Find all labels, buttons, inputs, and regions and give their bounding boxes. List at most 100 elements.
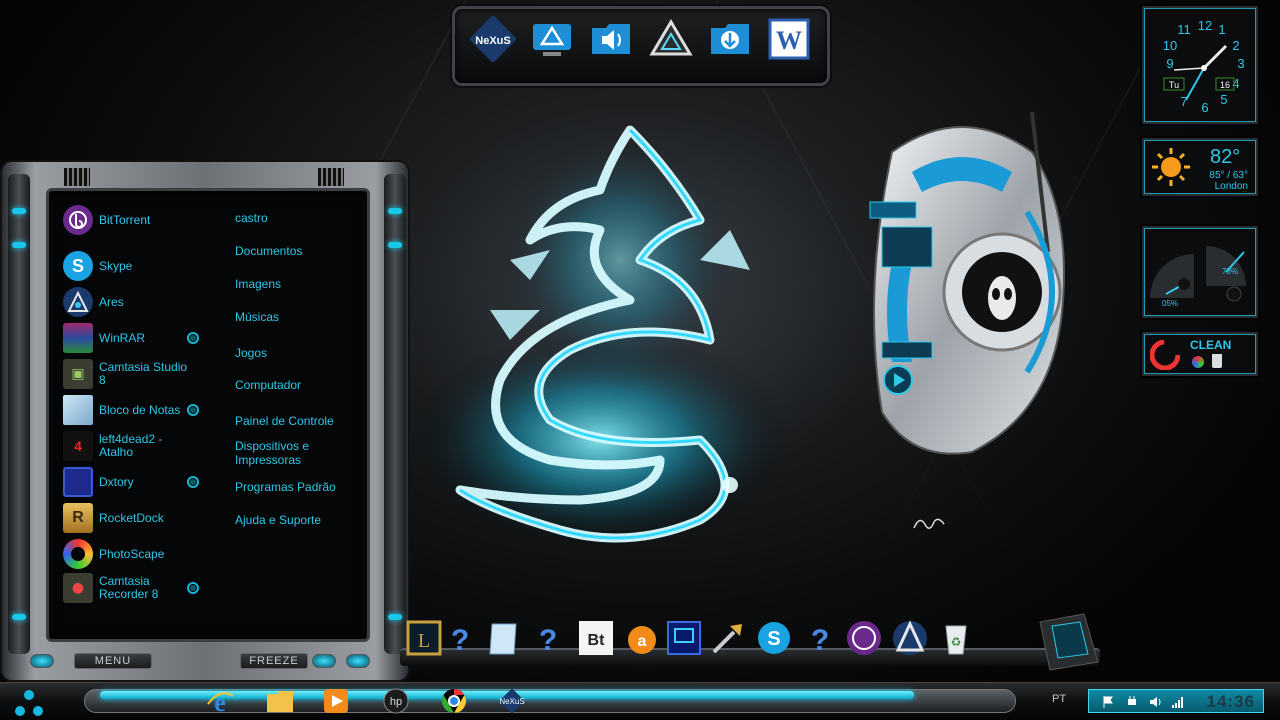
program-photoscape[interactable]: PhotoScape [63,537,191,571]
start-menu-left-rail [8,174,30,654]
cleaner-analyze-icon[interactable] [1192,356,1204,368]
nexus-logo-text: NeXuS [475,35,510,47]
clock-date: 16 [1220,80,1230,90]
camtasia-studio-icon: ▣ [63,359,93,389]
monitor-icon[interactable] [664,618,704,658]
bittorrent-icon[interactable] [844,618,884,658]
pin-icon[interactable] [187,332,199,344]
language-indicator[interactable]: PT [1052,693,1066,705]
clock-number: 12 [1198,18,1212,33]
tools-icon[interactable] [708,618,748,658]
program-camtasia-recorder[interactable]: ● Camtasia Recorder 8 [63,571,191,605]
pin-icon[interactable] [187,476,199,488]
power-plug-icon[interactable] [1125,695,1139,709]
help-icon[interactable]: ? [800,618,840,658]
svg-text:S: S [767,628,780,650]
start-menu-right-rail [384,174,406,654]
taskbar: e hp NeXuS PT 14:36 [0,682,1280,720]
cleaner-trash-icon[interactable] [1212,354,1222,368]
pin-icon[interactable] [187,582,199,594]
menu-grill-left [64,168,90,186]
help-icon[interactable]: ? [440,618,480,658]
volume-icon[interactable] [1149,695,1163,709]
downloads-folder-icon[interactable] [707,16,753,62]
camtasia-recorder-icon: ● [63,573,93,603]
weather-range: 85° / 63° [1209,170,1248,181]
bt-text: Bt [588,632,606,649]
word-letter: W [776,26,802,55]
clock-number: 11 [1177,22,1191,37]
nexus-logo-icon[interactable]: NeXuS [469,16,516,62]
file-explorer-icon[interactable] [264,685,296,717]
system-tray: 14:36 [1088,689,1264,713]
place-dispositivos-e-impressoras[interactable]: Dispositivos e Impressoras [235,439,365,467]
program-camtasia-studio[interactable]: ▣ Camtasia Studio 8 [63,357,191,391]
program-label: PhotoScape [99,546,165,561]
taskbar-clock[interactable]: 14:36 [1207,692,1255,712]
clock-number: 7 [1180,94,1187,109]
ares-icon[interactable] [890,618,930,658]
left4dead2-icon: 4 [63,431,93,461]
program-ares[interactable]: Ares [63,285,191,319]
menu-grill-right [318,168,344,186]
network-signal-icon[interactable] [1171,695,1185,709]
program-skype[interactable]: S Skype [63,249,191,283]
program-rocketdock[interactable]: R RocketDock [63,501,191,535]
place-musicas[interactable]: Músicas [235,310,365,324]
alienware-triangle-icon[interactable] [648,16,694,62]
nexus-icon[interactable]: NeXuS [496,685,528,717]
winrar-icon [63,323,93,353]
start-orb-icon[interactable] [12,687,46,719]
menu-button[interactable]: MENU [74,653,152,669]
dxtory-icon [63,467,93,497]
clock-gadget[interactable]: 12 1 2 3 4 5 6 7 9 10 11 Tu 16 [1142,6,1258,124]
place-imagens[interactable]: Imagens [235,277,365,291]
program-dxtory[interactable]: Dxtory [63,465,191,499]
microsoft-word-icon[interactable]: W [766,16,812,62]
notepad-icon [63,395,93,425]
sound-folder-icon[interactable] [588,16,634,62]
freeze-button[interactable]: FREEZE [240,653,308,669]
cleaner-gadget[interactable]: CLEAN [1142,332,1258,376]
control-panel-icon[interactable] [529,16,575,62]
pin-icon[interactable] [187,404,199,416]
place-documentos[interactable]: Documentos [235,244,365,258]
place-painel-de-controle[interactable]: Painel de Controle [235,414,365,428]
clock-number: 3 [1237,56,1244,71]
league-of-legends-icon[interactable]: L [404,618,444,658]
hp-icon[interactable]: hp [380,685,412,717]
program-left4dead2[interactable]: 4 left4dead2 - Atalho [63,429,191,463]
weather-gadget[interactable]: 82° 85° / 63° London [1142,138,1258,196]
top-dock: NeXuS W [452,6,830,86]
skype-icon[interactable]: S [754,618,794,658]
media-player-icon[interactable] [320,685,352,717]
place-jogos[interactable]: Jogos [235,346,365,360]
program-bloco-de-notas[interactable]: Bloco de Notas [63,393,191,427]
internet-explorer-icon[interactable]: e [204,685,236,717]
bittorrent-bt-icon[interactable]: Bt [576,618,616,658]
place-castro[interactable]: castro [235,211,365,225]
weather-temperature: 82° [1210,146,1241,168]
avast-icon[interactable]: a [620,618,660,658]
artist-signature [913,518,945,529]
program-bittorrent[interactable]: BitTorrent [63,203,191,237]
help-icon[interactable]: ? [528,618,568,658]
action-center-flag-icon[interactable] [1101,695,1115,709]
ccleaner-icon [1150,340,1180,370]
notepad-icon[interactable] [484,618,524,658]
program-winrar[interactable]: WinRAR [63,321,191,355]
place-computador[interactable]: Computador [235,378,365,392]
svg-text:?: ? [451,624,469,657]
alienware-media-widget[interactable] [852,111,1078,464]
recycle-bin-icon[interactable]: ♻ [936,618,976,658]
program-label: Dxtory [99,474,134,489]
hp-text: hp [390,696,402,708]
svg-text:e: e [214,688,226,716]
meter-left-value: 05% [1162,299,1178,308]
svg-text:L: L [418,630,430,652]
meter-gadget[interactable]: 05% 78% [1142,226,1258,318]
chrome-icon[interactable] [438,685,470,717]
place-ajuda-e-suporte[interactable]: Ajuda e Suporte [235,513,365,527]
place-programas-padrao[interactable]: Programas Padrão [235,480,365,494]
nexus-text: NeXuS [499,697,524,706]
